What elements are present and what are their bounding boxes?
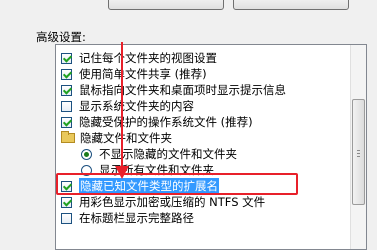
setting-remember-folder-view[interactable]: 记住每个文件夹的视图设置: [61, 50, 217, 66]
setting-full-path-title-bar[interactable]: 在标题栏显示完整路径: [61, 210, 194, 226]
apply-to-all-button[interactable]: [233, 0, 349, 10]
option-label: 显示所有文件和文件夹: [99, 163, 214, 177]
setting-color-encrypted-ntfs[interactable]: 用彩色显示加密或压缩的 NTFS 文件: [61, 194, 265, 210]
checkbox[interactable]: [61, 212, 72, 224]
setting-hide-known-extensions[interactable]: 隐藏已知文件类型的扩展名: [61, 178, 219, 194]
checkbox[interactable]: [61, 100, 72, 112]
advanced-settings-label: 高级设置:: [36, 30, 86, 44]
radio-button[interactable]: [81, 148, 92, 160]
setting-label: 在标题栏显示完整路径: [79, 211, 194, 225]
checkbox[interactable]: [61, 84, 72, 96]
setting-label: 使用简单文件共享 (推荐): [79, 67, 207, 81]
setting-simple-file-sharing[interactable]: 使用简单文件共享 (推荐): [61, 66, 207, 82]
setting-label: 隐藏已知文件类型的扩展名: [79, 178, 219, 194]
vertical-scrollbar[interactable]: [350, 45, 366, 249]
checkbox[interactable]: [61, 180, 72, 192]
option-label: 不显示隐藏的文件和文件夹: [99, 147, 237, 161]
folder-icon: [61, 131, 75, 143]
setting-label: 显示系统文件夹的内容: [79, 99, 194, 113]
restore-defaults-button[interactable]: [108, 0, 224, 10]
checkbox[interactable]: [61, 116, 72, 128]
option-show-all-files[interactable]: 显示所有文件和文件夹: [81, 162, 214, 178]
option-do-not-show-hidden[interactable]: 不显示隐藏的文件和文件夹: [81, 146, 237, 162]
checkbox[interactable]: [61, 68, 72, 80]
setting-show-system-folder[interactable]: 显示系统文件夹的内容: [61, 98, 194, 114]
setting-label: 鼠标指向文件夹和桌面项时显示提示信息: [79, 83, 286, 97]
grip-icon: [357, 150, 360, 157]
setting-hide-protected-os-files[interactable]: 隐藏受保护的操作系统文件 (推荐): [61, 114, 253, 130]
checkbox[interactable]: [61, 196, 72, 208]
setting-label: 记住每个文件夹的视图设置: [79, 51, 217, 65]
group-hidden-files-and-folders: 隐藏文件和文件夹: [61, 130, 172, 146]
checkbox[interactable]: [61, 52, 72, 64]
scrollbar-thumb[interactable]: [352, 99, 365, 205]
group-label: 隐藏文件和文件夹: [80, 131, 172, 145]
advanced-settings-list[interactable]: 记住每个文件夹的视图设置 使用简单文件共享 (推荐) 鼠标指向文件夹和桌面项时显…: [55, 44, 367, 250]
setting-label: 隐藏受保护的操作系统文件 (推荐): [79, 115, 253, 129]
setting-show-tooltips[interactable]: 鼠标指向文件夹和桌面项时显示提示信息: [61, 82, 286, 98]
radio-button[interactable]: [81, 164, 92, 176]
setting-label: 用彩色显示加密或压缩的 NTFS 文件: [79, 195, 266, 209]
